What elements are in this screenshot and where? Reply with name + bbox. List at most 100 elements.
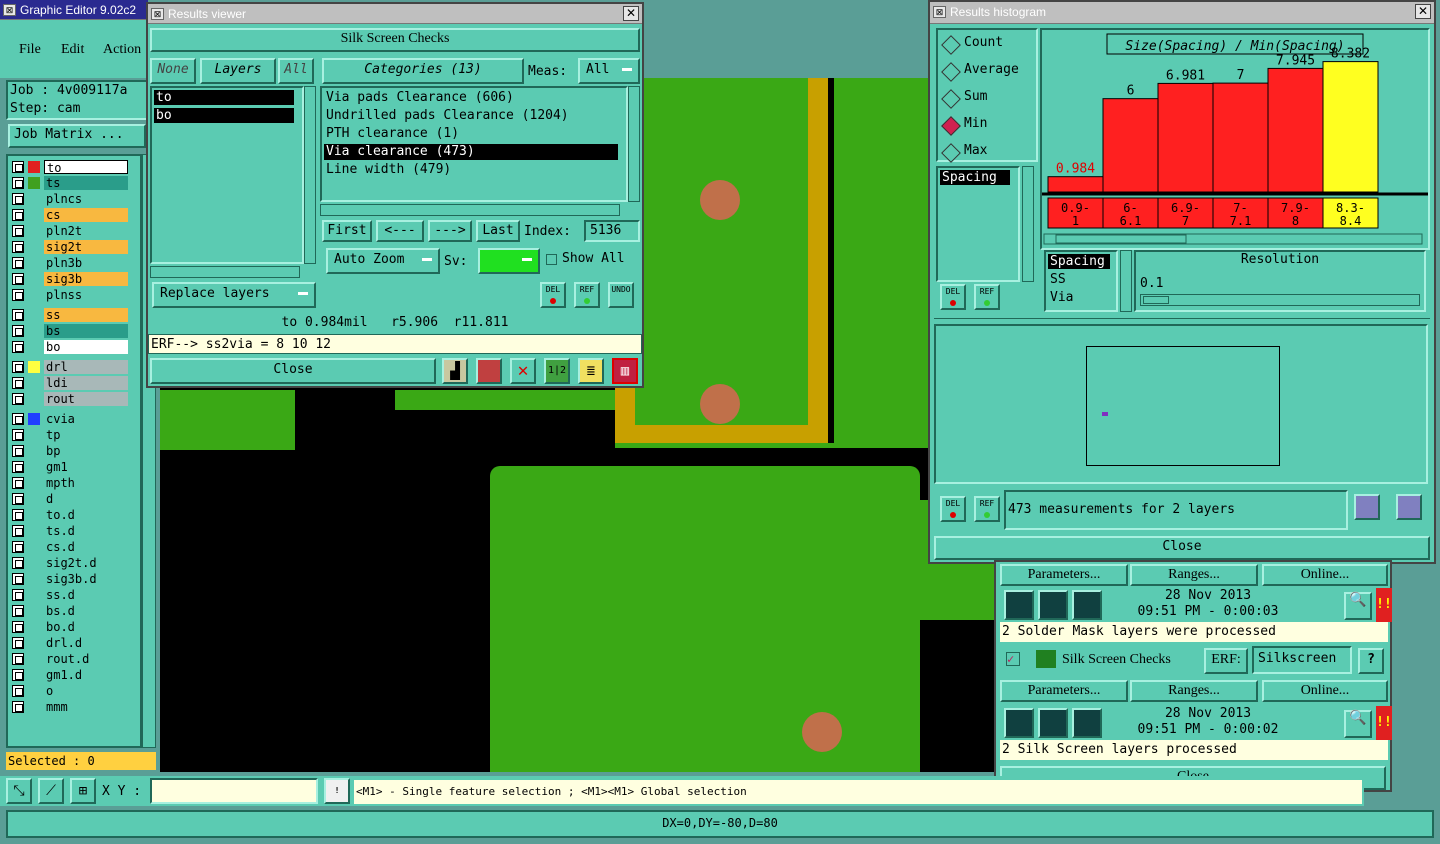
layer-checkbox[interactable] [12,289,24,301]
layer-list-hscroll[interactable] [150,266,300,278]
ranges-button[interactable]: Ranges... [1130,564,1258,586]
resolution-slider[interactable] [1140,294,1420,306]
layer-checkbox[interactable] [12,605,24,617]
sv-color-dropdown[interactable] [478,248,540,274]
layer-checkbox[interactable] [12,509,24,521]
layer-checkbox[interactable] [12,589,24,601]
layer-row[interactable]: cs [12,208,128,222]
histogram-bar[interactable] [1212,82,1269,193]
ranges-button-2[interactable]: Ranges... [1130,680,1258,702]
layer-checkbox[interactable] [12,637,24,649]
layer-icon[interactable]: ▟ [442,358,468,384]
layer-checkbox[interactable] [12,241,24,253]
erf-button[interactable]: ERF: [1204,648,1248,674]
category-item[interactable]: PTH clearance (1) [324,126,618,142]
report-icon[interactable]: ≣ [578,358,604,384]
layer-checkbox[interactable] [12,325,24,337]
parameters-button[interactable]: Parameters... [1000,564,1128,586]
layer-row[interactable]: bo [12,340,128,354]
layer-row[interactable]: ss.d [12,588,128,602]
first-button[interactable]: First [322,220,372,242]
layer-row[interactable]: gm1.d [12,668,128,682]
list-item[interactable]: bo [154,108,294,123]
histogram-icon[interactable]: ▥ [612,358,638,384]
layer-checkbox[interactable] [12,429,24,441]
layer-checkbox[interactable] [12,653,24,665]
layer-checkbox[interactable] [12,445,24,457]
ref-button[interactable]: REF [974,284,1000,310]
info-icon[interactable]: ! [324,778,350,804]
zoom-icon[interactable]: 🔍 [1344,710,1372,738]
list-item[interactable]: Spacing [940,170,1010,185]
layer-row[interactable]: tp [12,428,128,442]
layer-row[interactable]: ldi [12,376,128,390]
layer-row[interactable]: cs.d [12,540,128,554]
meas-dropdown[interactable]: All [578,58,640,84]
list-item[interactable]: to [154,90,294,105]
category-item[interactable]: Via clearance (473) [324,144,618,160]
layer-row[interactable]: bs.d [12,604,128,618]
layer-checkbox[interactable] [12,493,24,505]
ref-button[interactable]: REF [974,496,1000,522]
layer-row[interactable]: bp [12,444,128,458]
list-item[interactable]: SS [1048,272,1066,287]
category-listbox[interactable]: Via pads Clearance (606) Undrilled pads C… [320,86,628,202]
layer-row[interactable]: gm1 [12,460,128,474]
layer-checkbox[interactable] [12,413,24,425]
layer-checkbox[interactable] [12,341,24,353]
layer-row[interactable]: sig2t [12,240,128,254]
category-scrollbar[interactable] [628,86,640,202]
run-icon[interactable] [1004,590,1034,620]
highlight-icon[interactable] [476,358,502,384]
none-button[interactable]: None [150,58,196,84]
layer-row[interactable]: sig3b [12,272,128,286]
select-tool-icon[interactable]: ⤡ [6,778,32,804]
prev-button[interactable]: <--- [376,220,424,242]
layer-checkbox[interactable] [12,701,24,713]
layer-row[interactable]: drl.d [12,636,128,650]
measure-tool-icon[interactable]: ⟋ [38,778,64,804]
histogram-bar[interactable] [1047,176,1104,193]
categories-button[interactable]: Categories (13) [322,58,524,84]
results-close-button[interactable]: Close [150,358,436,384]
layer-row[interactable]: bs [12,324,128,338]
run-cancel-icon[interactable] [1072,708,1102,738]
layer-row[interactable]: sig2t.d [12,556,128,570]
online-button[interactable]: Online... [1262,564,1388,586]
del-button[interactable]: DEL [540,282,566,308]
layer-checkbox[interactable] [12,161,24,173]
layer-row[interactable]: cvia [12,412,128,426]
layer-row[interactable]: pln3b [12,256,128,270]
menu-file[interactable]: File [19,42,41,58]
count-icon[interactable]: 1|2 [544,358,570,384]
slider-handle[interactable] [1143,296,1169,304]
layer-row[interactable]: to.d [12,508,128,522]
preview-area[interactable] [934,324,1428,484]
close-icon[interactable]: ✕ [623,6,639,21]
layer-checkbox[interactable] [12,557,24,569]
layer-row[interactable]: d [12,492,128,506]
del-button[interactable]: DEL [940,284,966,310]
via-pad-3[interactable] [802,712,842,752]
layer-checkbox[interactable] [12,541,24,553]
layer-row[interactable]: mpth [12,476,128,490]
online-button-2[interactable]: Online... [1262,680,1388,702]
layer-listbox[interactable]: Spacing SS Via [1044,250,1118,312]
job-matrix-button[interactable]: Job Matrix ... [8,124,146,148]
layer-checkbox[interactable] [12,621,24,633]
xy-input[interactable] [150,778,318,804]
layer-checkbox[interactable] [12,225,24,237]
erf-input[interactable]: Silkscreen [1252,646,1352,674]
run-cancel-icon[interactable] [1072,590,1102,620]
radio-min[interactable] [941,116,961,136]
auto-zoom-dropdown[interactable]: Auto Zoom [326,248,440,274]
index-input[interactable]: 5136 [584,220,640,242]
radio-count[interactable] [941,35,961,55]
replace-layers-dropdown[interactable]: Replace layers [152,282,316,308]
list-item[interactable]: Via [1048,290,1073,305]
layers-button[interactable]: Layers [200,58,276,84]
show-all-checkbox[interactable] [546,254,557,265]
layer-row[interactable]: pln2t [12,224,128,238]
layer-row[interactable]: ts.d [12,524,128,538]
menu-edit[interactable]: Edit [61,42,84,58]
